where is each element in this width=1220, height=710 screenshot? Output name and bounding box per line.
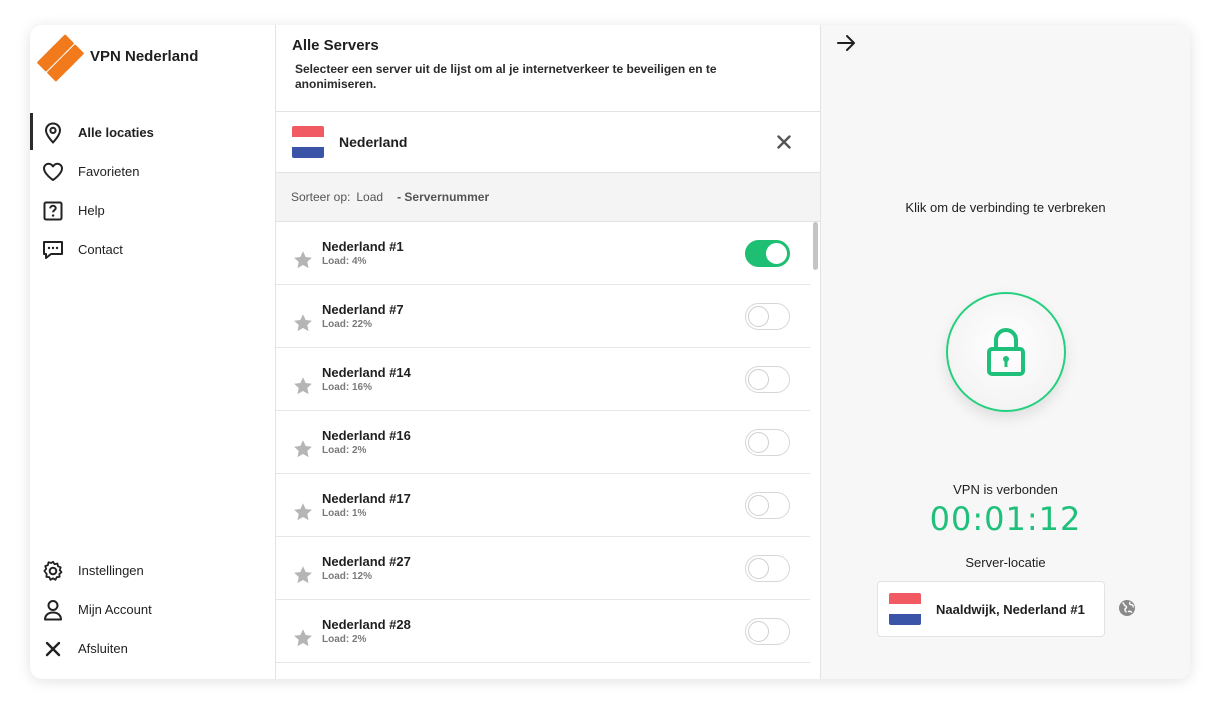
user-icon bbox=[42, 599, 64, 621]
brand: VPN Nederland bbox=[30, 25, 275, 87]
server-name: Nederland #7 bbox=[322, 302, 404, 317]
app-title: VPN Nederland bbox=[90, 47, 199, 65]
close-icon bbox=[42, 638, 64, 660]
server-load: Load: 1% bbox=[322, 508, 367, 519]
page-description: Selecteer een server uit de lijst om al … bbox=[295, 62, 717, 91]
sidebar-item-label: Alle locaties bbox=[78, 125, 154, 140]
server-location-selector[interactable]: Naaldwijk, Nederland #1 bbox=[877, 581, 1105, 637]
server-row[interactable]: Nederland #27 Load: 12% bbox=[276, 537, 810, 600]
heart-icon bbox=[42, 161, 64, 183]
sidebar-item-mijn-account[interactable]: Mijn Account bbox=[30, 590, 275, 629]
server-connect-toggle[interactable] bbox=[745, 366, 790, 393]
server-load: Load: 2% bbox=[322, 445, 367, 456]
location-pin-icon bbox=[42, 121, 64, 144]
sidebar: VPN Nederland Alle locaties Favorieten H… bbox=[30, 25, 276, 679]
sort-label: Sorteer op: bbox=[291, 190, 351, 204]
sort-bar: Sorteer op: Load - Servernummer bbox=[276, 173, 820, 222]
server-load: Load: 4% bbox=[322, 256, 367, 267]
sort-option-load[interactable]: Load bbox=[356, 190, 383, 204]
main-nav: Alle locaties Favorieten Help Contact bbox=[30, 113, 275, 269]
bottom-nav: Instellingen Mijn Account Afsluiten bbox=[30, 551, 275, 668]
server-name: Nederland #1 bbox=[322, 239, 404, 254]
status-panel: Klik om de verbinding te verbreken VPN i… bbox=[821, 25, 1190, 679]
app-window: VPN Nederland Alle locaties Favorieten H… bbox=[30, 25, 1190, 679]
server-row[interactable]: Nederland #16 Load: 2% bbox=[276, 411, 810, 474]
country-filter: Nederland bbox=[276, 112, 820, 173]
server-name: Nederland #17 bbox=[322, 491, 411, 506]
server-location-label: Server-locatie bbox=[965, 555, 1046, 570]
gear-icon bbox=[42, 560, 64, 582]
server-list-scrollbar[interactable] bbox=[813, 222, 818, 270]
star-icon[interactable] bbox=[292, 249, 314, 271]
star-icon[interactable] bbox=[292, 312, 314, 334]
star-icon[interactable] bbox=[292, 627, 314, 649]
star-icon[interactable] bbox=[292, 438, 314, 460]
server-name: Nederland #14 bbox=[322, 365, 411, 380]
sidebar-item-label: Help bbox=[78, 203, 105, 218]
sidebar-item-instellingen[interactable]: Instellingen bbox=[30, 551, 275, 590]
sidebar-item-alle-locaties[interactable]: Alle locaties bbox=[30, 113, 275, 152]
disconnect-button[interactable] bbox=[946, 292, 1066, 412]
chat-icon bbox=[42, 239, 64, 261]
lock-icon bbox=[987, 328, 1025, 376]
server-connect-toggle[interactable] bbox=[745, 240, 790, 267]
star-icon[interactable] bbox=[292, 375, 314, 397]
server-name: Nederland #28 bbox=[322, 617, 411, 632]
sidebar-item-label: Mijn Account bbox=[78, 602, 152, 617]
sidebar-item-afsluiten[interactable]: Afsluiten bbox=[30, 629, 275, 668]
logo-icon bbox=[36, 34, 85, 82]
server-load: Load: 12% bbox=[322, 571, 373, 582]
server-connect-toggle[interactable] bbox=[745, 303, 790, 330]
sidebar-item-label: Afsluiten bbox=[78, 641, 128, 656]
server-row[interactable]: Nederland #1 Load: 4% bbox=[276, 222, 810, 285]
star-icon[interactable] bbox=[292, 564, 314, 586]
country-name: Nederland bbox=[339, 134, 408, 150]
sort-option-servernummer[interactable]: - Servernummer bbox=[397, 190, 489, 204]
close-icon bbox=[777, 135, 791, 149]
netherlands-flag-icon bbox=[292, 126, 324, 158]
sidebar-item-label: Instellingen bbox=[78, 563, 144, 578]
sidebar-item-label: Favorieten bbox=[78, 164, 140, 179]
server-connect-toggle[interactable] bbox=[745, 429, 790, 456]
server-name: Nederland #27 bbox=[322, 554, 411, 569]
globe-icon[interactable] bbox=[1118, 599, 1136, 617]
help-icon bbox=[42, 200, 64, 222]
sidebar-item-help[interactable]: Help bbox=[30, 191, 275, 230]
server-connect-toggle[interactable] bbox=[745, 618, 790, 645]
vpn-status-text: VPN is verbonden bbox=[953, 482, 1058, 497]
sidebar-item-label: Contact bbox=[78, 242, 123, 257]
server-load: Load: 2% bbox=[322, 634, 367, 645]
server-panel: Alle Servers Selecteer een server uit de… bbox=[276, 25, 821, 679]
page-title: Alle Servers bbox=[292, 37, 379, 54]
server-panel-header: Alle Servers Selecteer een server uit de… bbox=[276, 25, 820, 112]
server-load: Load: 22% bbox=[322, 319, 373, 330]
server-row[interactable]: Nederland #28 Load: 2% bbox=[276, 600, 810, 663]
star-icon[interactable] bbox=[292, 501, 314, 523]
server-connect-toggle[interactable] bbox=[745, 492, 790, 519]
sidebar-item-favorieten[interactable]: Favorieten bbox=[30, 152, 275, 191]
server-location-name: Naaldwijk, Nederland #1 bbox=[936, 601, 1085, 617]
connection-timer: 00:01:12 bbox=[929, 500, 1082, 538]
clear-country-button[interactable] bbox=[774, 132, 794, 152]
server-load: Load: 16% bbox=[322, 382, 373, 393]
sidebar-item-contact[interactable]: Contact bbox=[30, 230, 275, 269]
server-connect-toggle[interactable] bbox=[745, 555, 790, 582]
netherlands-flag-icon bbox=[889, 593, 921, 625]
server-row[interactable]: Nederland #17 Load: 1% bbox=[276, 474, 810, 537]
server-list: Nederland #1 Load: 4% Nederland #7 Load:… bbox=[276, 222, 810, 663]
server-row[interactable]: Nederland #7 Load: 22% bbox=[276, 285, 810, 348]
server-row[interactable]: Nederland #14 Load: 16% bbox=[276, 348, 810, 411]
arrow-right-icon[interactable] bbox=[837, 34, 857, 52]
server-name: Nederland #16 bbox=[322, 428, 411, 443]
disconnect-hint: Klik om de verbinding te verbreken bbox=[905, 200, 1106, 215]
